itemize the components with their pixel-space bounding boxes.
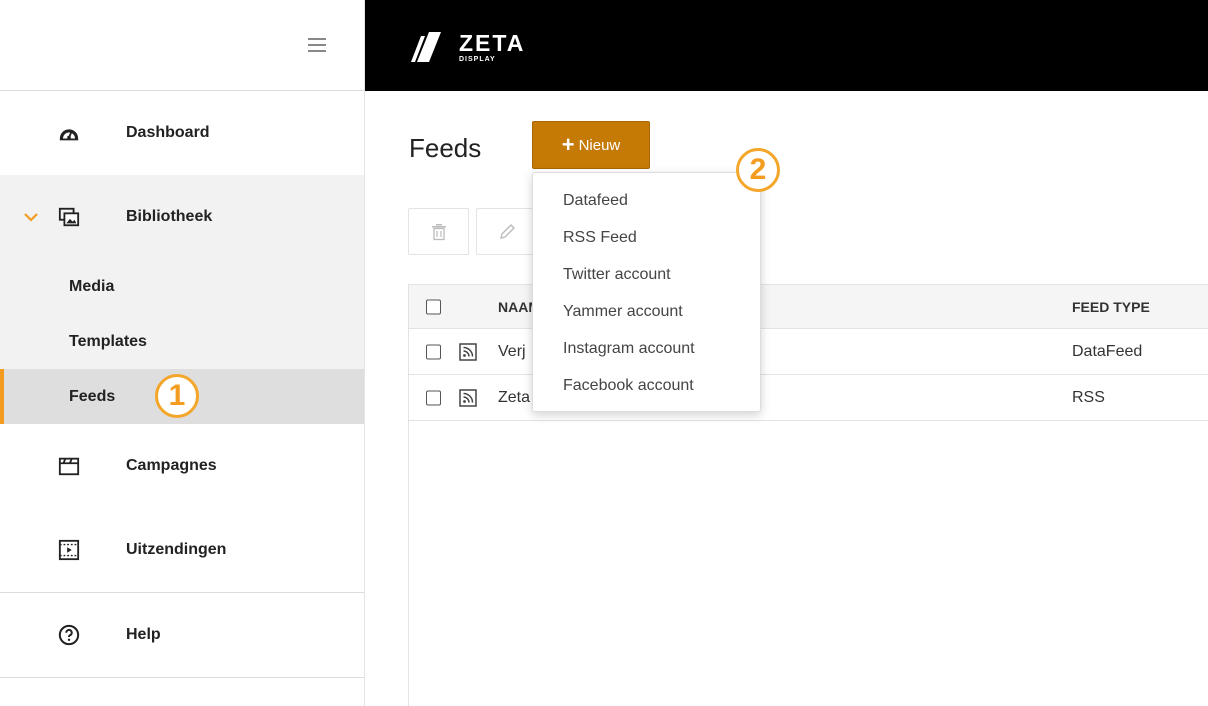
clapperboard-icon: [58, 457, 80, 476]
callout-marker-2: 2: [736, 148, 780, 192]
sidebar-item-label: Uitzendingen: [126, 541, 227, 558]
rss-icon: [459, 342, 477, 361]
help-icon: [58, 624, 80, 646]
sidebar-item-label: Campagnes: [126, 457, 217, 474]
feeds-table: NAAM FEED TYPE Verj DataFeed Zeta RSS: [408, 284, 1208, 706]
main-content: Feeds + Nieuw NAAM FEED TYPE Verj DataFe…: [365, 91, 1208, 706]
sidebar-subitem-templates[interactable]: Templates: [0, 314, 364, 369]
menu-item-twitter-account[interactable]: Twitter account: [533, 256, 760, 293]
menu-item-yammer-account[interactable]: Yammer account: [533, 293, 760, 330]
app: Dashboard Bibliotheek Media Templates Fe…: [0, 0, 1208, 706]
delete-button[interactable]: [408, 208, 469, 255]
pencil-icon: [499, 223, 515, 239]
library-icon: [58, 207, 80, 227]
sidebar-item-label: Help: [126, 626, 161, 643]
sidebar-subitem-label: Templates: [69, 332, 147, 350]
sidebar-item-bibliotheek[interactable]: Bibliotheek: [0, 175, 364, 259]
table-row[interactable]: Zeta RSS: [409, 375, 1208, 421]
plus-icon: +: [561, 132, 575, 157]
row-checkbox[interactable]: [426, 390, 441, 405]
rss-icon: [459, 388, 477, 407]
sidebar-subitem-label: Feeds: [69, 387, 116, 405]
column-header-type[interactable]: FEED TYPE: [1072, 299, 1150, 315]
menu-item-facebook-account[interactable]: Facebook account: [533, 367, 760, 404]
table-header: NAAM FEED TYPE: [409, 284, 1208, 329]
menu-item-instagram-account[interactable]: Instagram account: [533, 330, 760, 367]
new-button[interactable]: + Nieuw: [532, 121, 650, 169]
row-name: Verj: [498, 342, 526, 360]
brand-logo[interactable]: ZETA DISPLAY: [407, 24, 525, 70]
row-type: DataFeed: [1072, 342, 1143, 360]
sidebar-item-dashboard[interactable]: Dashboard: [0, 91, 364, 175]
row-checkbox[interactable]: [426, 344, 441, 359]
brand-sub: DISPLAY: [459, 55, 496, 63]
sidebar-item-label: Dashboard: [126, 124, 210, 141]
sidebar: Dashboard Bibliotheek Media Templates Fe…: [0, 0, 365, 706]
chevron-down-icon: [24, 213, 38, 222]
brand-name: ZETA: [459, 29, 526, 56]
sidebar-item-campagnes[interactable]: Campagnes: [0, 424, 364, 508]
callout-marker-1: 1: [155, 374, 199, 418]
gauge-icon: [59, 129, 79, 141]
trash-icon: [431, 223, 446, 240]
menu-item-rss-feed[interactable]: RSS Feed: [533, 219, 760, 256]
top-bar: ZETA DISPLAY: [365, 0, 1208, 91]
row-type: RSS: [1072, 388, 1105, 406]
page-title: Feeds: [409, 133, 482, 163]
menu-icon[interactable]: [308, 38, 326, 52]
sidebar-subitem-label: Media: [69, 277, 115, 295]
film-play-icon: [58, 539, 80, 561]
table-row[interactable]: Verj DataFeed: [409, 329, 1208, 375]
select-all-checkbox[interactable]: [426, 299, 441, 314]
sidebar-divider: [0, 677, 364, 678]
sidebar-item-label: Bibliotheek: [126, 208, 213, 225]
new-feed-dropdown: Datafeed RSS Feed Twitter account Yammer…: [532, 172, 761, 412]
menu-item-datafeed[interactable]: Datafeed: [533, 182, 760, 219]
edit-button[interactable]: [476, 208, 537, 255]
row-name: Zeta: [498, 388, 531, 406]
sidebar-subitem-media[interactable]: Media: [0, 259, 364, 314]
new-button-label: Nieuw: [578, 136, 621, 154]
sidebar-item-uitzendingen[interactable]: Uitzendingen: [0, 508, 364, 592]
sidebar-header: [0, 0, 364, 91]
brand-text: ZETA DISPLAY: [459, 29, 526, 63]
zeta-logo-icon: [411, 32, 441, 62]
sidebar-item-help[interactable]: Help: [0, 593, 364, 677]
